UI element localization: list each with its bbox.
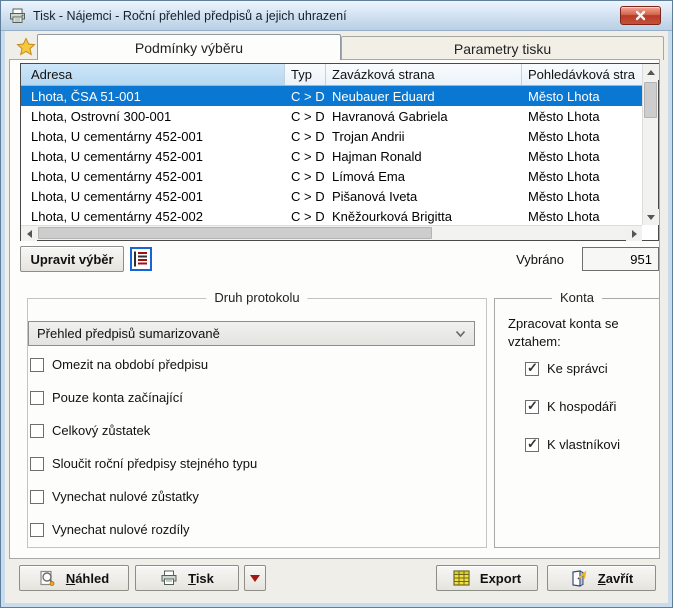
selected-count-label: Vybráno [516,252,564,267]
close-icon [635,10,646,21]
dialog-body: Podmínky výběru Parametry tisku Adresa T… [5,31,668,603]
scroll-down-button[interactable] [643,209,659,225]
footer: Náhled Tisk [5,557,668,603]
close-dialog-button[interactable]: Zavřít [547,565,656,591]
print-options-dropdown-button[interactable] [244,565,266,591]
konta-options: Ke správci K hospodáři K vlastníkovi [525,359,620,473]
print-button[interactable]: Tisk [135,565,239,591]
table-row[interactable]: Lhota, Ostrovní 300-001 C > D Havranová … [21,106,642,126]
table-body: Lhota, ČSA 51-001 C > D Neubauer Eduard … [21,86,642,225]
tab-label: Parametry tisku [454,41,551,57]
group-konta: Konta Zpracovat konta se vztahem: Ke spr… [494,298,660,548]
spreadsheet-icon [453,570,470,586]
vertical-scrollbar[interactable] [642,64,658,225]
combo-value: Přehled předpisů sumarizovaně [37,326,220,341]
window-title: Tisk - Nájemci - Roční přehled předpisů … [33,9,347,23]
table-row[interactable]: Lhota, U cementárny 452-001 C > D Trojan… [21,126,642,146]
export-button[interactable]: Export [436,565,538,591]
favorites-tab[interactable] [13,35,39,59]
edit-selection-button[interactable]: Upravit výběr [20,246,124,272]
scroll-left-button[interactable] [21,226,37,241]
preview-button[interactable]: Náhled [19,565,129,591]
scroll-right-button[interactable] [626,226,642,241]
checkbox-option[interactable]: Celkový zůstatek [30,421,257,440]
close-button[interactable] [620,6,661,25]
horizontal-scroll-thumb[interactable] [38,227,432,239]
protocol-options: Omezit na období předpisu Pouze konta za… [30,355,257,553]
konta-caption: Zpracovat konta se vztahem: [508,315,619,351]
table-row[interactable]: Lhota, U cementárny 452-001 C > D Pišano… [21,186,642,206]
titlebar: Tisk - Nájemci - Roční přehled předpisů … [1,1,672,31]
checkbox-option[interactable]: Vynechat nulové zůstatky [30,487,257,506]
arrow-up-icon [647,70,655,75]
tab-podminky-vyberu[interactable]: Podmínky výběru [37,34,341,60]
checkbox-option[interactable]: Vynechat nulové rozdíly [30,520,257,539]
tab-parametry-tisku[interactable]: Parametry tisku [341,36,664,60]
checkbox[interactable] [30,523,44,537]
selection-list-button[interactable] [128,246,154,272]
checkbox-option[interactable]: Pouze konta začínající [30,388,257,407]
checkbox[interactable] [525,400,539,414]
column-header-zavazkova[interactable]: Zavázková strana [326,64,522,85]
column-header-adresa[interactable]: Adresa [21,64,285,85]
dialog-window: Tisk - Nájemci - Roční přehled předpisů … [0,0,673,608]
checkbox-option[interactable]: Sloučit roční předpisy stejného typu [30,454,257,473]
protocol-type-select[interactable]: Přehled předpisů sumarizovaně [28,321,475,346]
checkbox-option[interactable]: K vlastníkovi [525,435,620,454]
horizontal-scrollbar[interactable] [21,225,642,240]
checkbox-option[interactable]: K hospodáři [525,397,620,416]
arrow-left-icon [27,230,32,238]
column-header-pohledavkova[interactable]: Pohledávková stra [522,64,642,85]
table-row[interactable]: Lhota, U cementárny 452-001 C > D Hajman… [21,146,642,166]
scroll-up-button[interactable] [643,64,659,80]
column-header-typ[interactable]: Typ [285,64,326,85]
arrow-down-icon [647,215,655,220]
checkbox-option[interactable]: Omezit na období předpisu [30,355,257,374]
checkbox[interactable] [525,438,539,452]
checkbox[interactable] [30,457,44,471]
star-icon [16,37,36,57]
group-legend: Konta [552,290,602,305]
preview-icon [39,570,56,587]
record-list-icon [130,247,152,271]
group-druh-protokolu: Druh protokolu Přehled předpisů sumarizo… [27,298,487,548]
checkbox-option[interactable]: Ke správci [525,359,620,378]
checkbox[interactable] [30,490,44,504]
selected-count-value: 951 [582,247,659,271]
table-row[interactable]: Lhota, ČSA 51-001 C > D Neubauer Eduard … [21,86,642,106]
checkbox[interactable] [30,424,44,438]
checkbox[interactable] [525,362,539,376]
exit-door-icon [570,570,588,587]
tab-label: Podmínky výběru [135,40,243,56]
tenants-table: Adresa Typ Zavázková strana Pohledávková… [20,63,659,241]
vertical-scroll-thumb[interactable] [644,82,657,118]
tab-strip: Podmínky výběru Parametry tisku [5,31,668,59]
group-legend: Druh protokolu [206,290,307,305]
arrow-right-icon [632,230,637,238]
table-header: Adresa Typ Zavázková strana Pohledávková… [21,64,642,86]
printer-icon [9,8,26,24]
selection-toolbar: Upravit výběr Vybráno 951 [20,246,659,272]
checkbox[interactable] [30,391,44,405]
table-row[interactable]: Lhota, U cementárny 452-001 C > D Límová… [21,166,642,186]
chevron-down-icon [455,330,466,338]
printer-icon [160,570,178,586]
table-row[interactable]: Lhota, U cementárny 452-002 C > D Kněžou… [21,206,642,225]
tab-page: Adresa Typ Zavázková strana Pohledávková… [9,59,660,559]
checkbox[interactable] [30,358,44,372]
dropdown-arrow-icon [250,575,260,582]
